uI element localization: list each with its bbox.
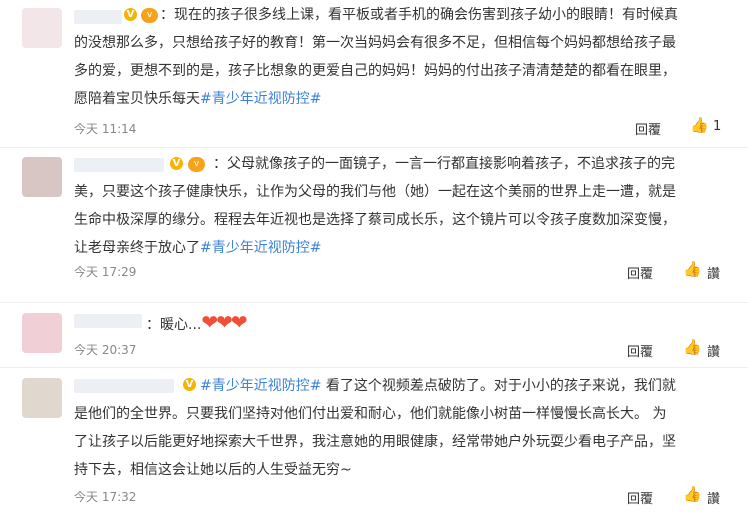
comment-text: #青少年近视防控# 看了这个视频差点破防了。对于小小的孩子来说，我们就 是他们的…: [74, 378, 676, 478]
avatar[interactable]: [22, 313, 62, 353]
reply-button[interactable]: 回覆: [627, 341, 653, 360]
timestamp: 今天 11:14: [74, 122, 137, 136]
reply-button[interactable]: 回覆: [627, 263, 653, 282]
timestamp: 今天 17:29: [74, 265, 137, 279]
like-button[interactable]: 讚: [707, 488, 720, 507]
thumbs-up-icon[interactable]: 👍: [683, 338, 702, 356]
comment-2: V v ：父母就像孩子的一面镜子，一言一行都直接影响着孩子，不追求孩子的完 美，…: [0, 148, 748, 303]
reply-button[interactable]: 回覆: [627, 488, 653, 507]
topic-tag[interactable]: #青少年近视防控#: [200, 240, 321, 256]
comment-3: ：暖心...❤❤❤ 今天 20:37 回覆 👍 讚: [0, 303, 748, 368]
like-button[interactable]: 讚: [707, 341, 720, 360]
thumbs-up-icon[interactable]: 👍: [690, 116, 709, 134]
topic-tag[interactable]: #青少年近视防控#: [200, 378, 321, 394]
avatar[interactable]: [22, 378, 62, 418]
comment-text: ：暖心...❤❤❤: [146, 310, 248, 334]
username-blurred[interactable]: [74, 314, 142, 328]
comment-text: ：父母就像孩子的一面镜子，一言一行都直接影响着孩子，不追求孩子的完 美，只要这个…: [74, 156, 676, 256]
comment-4: V #青少年近视防控# 看了这个视频差点破防了。对于小小的孩子来说，我们就 是他…: [0, 368, 748, 519]
thumbs-up-icon[interactable]: 👍: [683, 260, 702, 278]
reply-button[interactable]: 回覆: [635, 119, 661, 138]
avatar[interactable]: [22, 157, 62, 197]
comment-text: ：现在的孩子很多线上课，看平板或者手机的确会伤害到孩子幼小的眼睛！有时候真 的没…: [74, 7, 678, 107]
comment-1: V v ：现在的孩子很多线上课，看平板或者手机的确会伤害到孩子幼小的眼睛！有时候…: [0, 0, 748, 148]
heart-emoji-icon: ❤❤❤: [201, 310, 247, 334]
avatar[interactable]: [22, 8, 62, 48]
thumbs-up-icon[interactable]: 👍: [683, 485, 702, 503]
topic-tag[interactable]: #青少年近视防控#: [200, 91, 321, 107]
like-count[interactable]: 1: [713, 119, 721, 134]
timestamp: 今天 17:32: [74, 490, 137, 504]
timestamp: 今天 20:37: [74, 343, 137, 357]
like-button[interactable]: 讚: [707, 263, 720, 282]
